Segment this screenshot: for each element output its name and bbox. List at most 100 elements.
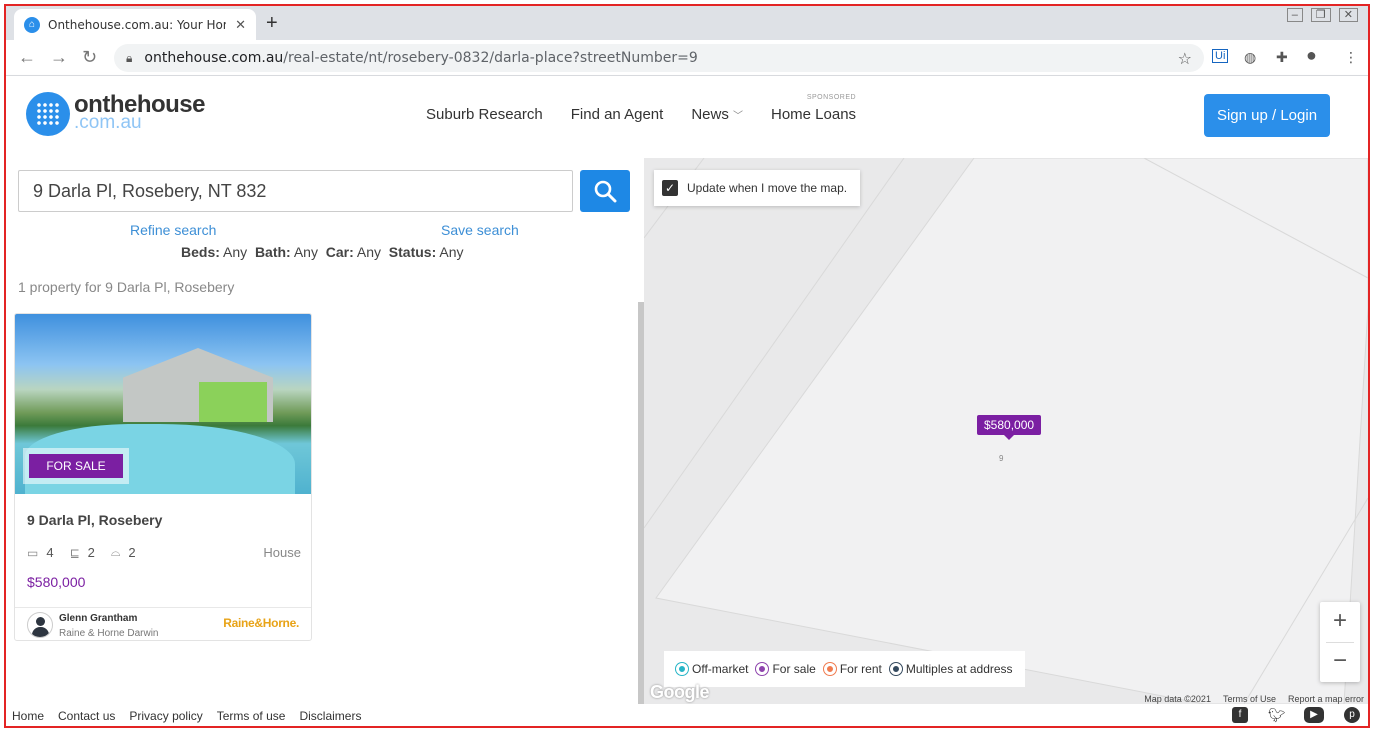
back-icon[interactable]: ← <box>18 47 36 68</box>
reload-icon[interactable]: ↻ <box>82 47 97 68</box>
save-search-link[interactable]: Save search <box>441 222 519 238</box>
youtube-icon[interactable]: ▶ <box>1304 707 1324 723</box>
status-filter-value: Any <box>439 244 464 260</box>
footer-home-link[interactable]: Home <box>12 709 44 723</box>
chevron-down-icon: ﹀ <box>733 111 743 122</box>
bed-icon: ▭ <box>27 545 39 560</box>
for-sale-label: FOR SALE <box>29 454 123 478</box>
window-controls: – ❐ ✕ <box>1286 8 1358 22</box>
url-path: /real-estate/nt/rosebery-0832/darla-plac… <box>283 50 698 66</box>
beds-count: 4 <box>46 545 54 560</box>
twitter-icon[interactable]: 🐦︎ <box>1268 707 1286 723</box>
property-price: $580,000 <box>27 574 86 590</box>
agency-name: Raine & Horne Darwin <box>59 628 159 639</box>
bath-filter-value: Any <box>293 244 318 260</box>
minimize-icon[interactable]: – <box>1286 8 1303 22</box>
refine-search-link[interactable]: Refine search <box>130 222 216 238</box>
footer-disclaimers-link[interactable]: Disclaimers <box>299 709 361 723</box>
footer-terms-link[interactable]: Terms of use <box>217 709 286 723</box>
bookmark-star-icon[interactable]: ☆ <box>1178 49 1192 68</box>
globe-extension-icon[interactable]: ◍ <box>1244 49 1256 66</box>
sponsored-label: SPONSORED <box>806 94 857 101</box>
legend-for-sale: For sale <box>756 662 816 676</box>
street-number-label: 9 <box>999 454 1004 463</box>
legend-off-market: Off-market <box>676 662 748 676</box>
forward-icon[interactable]: → <box>50 47 68 68</box>
checkmark-icon: ✓ <box>662 180 678 196</box>
browser-window: ⌂ Onthehouse.com.au: Your Home fo ✕ + – … <box>4 4 1370 728</box>
close-tab-icon[interactable]: ✕ <box>235 17 246 33</box>
url-host: onthehouse.com.au <box>144 50 284 66</box>
status-filter-label: Status: <box>388 244 437 260</box>
beds-filter-label: Beds: <box>181 244 220 260</box>
nav-find-agent[interactable]: Find an Agent <box>571 106 664 123</box>
agency-logo: Raine&Horne. <box>223 616 299 630</box>
browser-menu-icon[interactable]: ⋮ <box>1344 49 1358 66</box>
uipath-extension-icon[interactable]: Ui <box>1212 49 1229 63</box>
tab-title: Onthehouse.com.au: Your Home fo <box>48 17 226 32</box>
social-links: f 🐦︎ ▶ p <box>1232 707 1360 723</box>
profile-avatar-icon[interactable]: ● <box>1306 45 1317 66</box>
restore-icon[interactable]: ❐ <box>1310 8 1331 22</box>
site-footer: Home Contact us Privacy policy Terms of … <box>6 704 1368 726</box>
pinterest-icon[interactable]: p <box>1344 707 1360 723</box>
for-sale-dot-icon <box>756 663 769 675</box>
for-rent-dot-icon <box>823 663 836 675</box>
property-card[interactable]: FOR SALE 9 Darla Pl, Rosebery ▭ 4 ⊑ 2 ⌓ 2 H… <box>14 313 312 641</box>
house-wall <box>199 382 267 422</box>
property-photo[interactable]: FOR SALE <box>15 314 311 494</box>
for-sale-badge: FOR SALE <box>23 448 129 484</box>
cars-count: 2 <box>128 545 136 560</box>
site-favicon-icon: ⌂ <box>24 16 40 33</box>
map-terms-link[interactable]: Terms of Use <box>1223 694 1276 704</box>
property-address[interactable]: 9 Darla Pl, Rosebery <box>27 512 162 528</box>
nav-suburb-research[interactable]: Suburb Research <box>426 106 543 123</box>
zoom-in-icon[interactable]: + <box>1320 602 1360 642</box>
map-panel[interactable]: ✓ Update when I move the map. $580,000 9… <box>644 158 1368 704</box>
zoom-controls: + − <box>1320 602 1360 682</box>
bath-filter-label: Bath: <box>254 244 291 260</box>
result-count: 1 property for 9 Darla Pl, Rosebery <box>18 279 235 295</box>
footer-privacy-link[interactable]: Privacy policy <box>129 709 202 723</box>
legend-off-market-label: Off-market <box>692 662 749 676</box>
close-window-icon[interactable]: ✕ <box>1338 8 1358 22</box>
update-on-move-label: Update when I move the map. <box>687 181 848 195</box>
legend-for-rent: For rent <box>823 662 882 676</box>
google-logo: Google <box>650 682 710 702</box>
property-type: House <box>263 545 301 560</box>
new-tab-icon[interactable]: + <box>266 12 278 35</box>
browser-tab[interactable]: ⌂ Onthehouse.com.au: Your Home fo ✕ <box>14 9 256 40</box>
facebook-icon[interactable]: f <box>1232 707 1248 723</box>
footer-contact-link[interactable]: Contact us <box>58 709 115 723</box>
agent-row[interactable]: Glenn Grantham Raine & Horne Darwin Rain… <box>15 607 311 640</box>
beds-filter-value: Any <box>223 244 248 260</box>
address-bar: ← → ↻ 🔒︎ onthehouse.com.au/real-estate/n… <box>6 40 1368 76</box>
car-filter-label: Car: <box>325 244 354 260</box>
property-features: ▭ 4 ⊑ 2 ⌓ 2 House <box>27 545 301 560</box>
legend-multiples: Multiples at address <box>889 662 1013 676</box>
signup-login-button[interactable]: Sign up / Login <box>1204 94 1330 137</box>
legend-for-sale-label: For sale <box>772 662 816 676</box>
legend-for-rent-label: For rent <box>839 662 882 676</box>
update-on-move-checkbox[interactable]: ✓ Update when I move the map. <box>654 170 860 206</box>
price-map-pin[interactable]: $580,000 <box>977 415 1042 440</box>
map-legend: Off-market For sale For rent Multiples a… <box>664 651 1025 687</box>
tab-bar: ⌂ Onthehouse.com.au: Your Home fo ✕ + – … <box>6 6 1368 40</box>
search-icon <box>594 180 617 203</box>
search-input[interactable]: 9 Darla Pl, Rosebery, NT 832 <box>18 170 573 212</box>
legend-multiples-label: Multiples at address <box>905 662 1013 676</box>
zoom-divider <box>1326 642 1354 643</box>
filter-summary: Beds: Any Bath: Any Car: Any Status: Any <box>181 244 464 260</box>
nav-news[interactable]: News ﹀ <box>691 106 743 123</box>
search-button[interactable] <box>580 170 630 212</box>
onthehouse-logo[interactable]: onthehouse .com.au <box>26 92 206 136</box>
nav-home-loans[interactable]: SPONSORED Home Loans <box>771 94 856 123</box>
nav-news-label: News <box>691 106 729 123</box>
map-attribution: Map data ©2021 Terms of Use Report a map… <box>1144 694 1364 704</box>
report-map-error-link[interactable]: Report a map error <box>1288 694 1364 704</box>
zoom-out-icon[interactable]: − <box>1320 642 1360 682</box>
url-field[interactable]: 🔒︎ onthehouse.com.au/real-estate/nt/rose… <box>114 44 1204 72</box>
main-nav: Suburb Research Find an Agent News ﹀ SPO… <box>426 94 856 123</box>
extensions-puzzle-icon[interactable]: ✚ <box>1276 49 1288 66</box>
logo-mark-icon <box>26 92 70 136</box>
